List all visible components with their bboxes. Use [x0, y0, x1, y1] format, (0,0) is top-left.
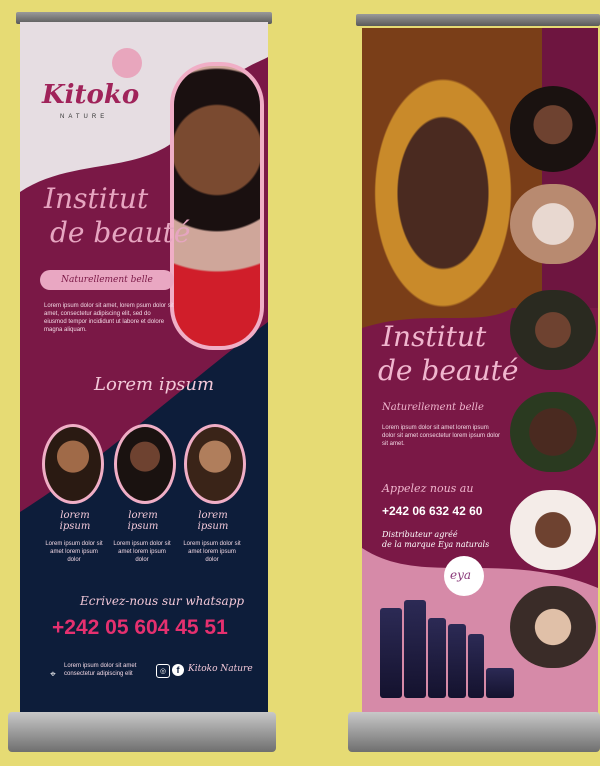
service-title-1: lorem ipsum — [59, 510, 91, 532]
side-photo-2 — [510, 184, 596, 264]
banner1-tagline: Naturellement belle — [40, 270, 174, 290]
service-title-3: lorem ipsum — [197, 510, 229, 532]
banner2-phone: +242 06 632 42 60 — [382, 504, 483, 518]
side-photo-1 — [510, 86, 596, 172]
section-heading: Lorem ipsum — [94, 374, 215, 395]
social-name: Kitoko Nature — [188, 664, 253, 674]
logo-mark — [112, 48, 142, 78]
dealer-line2: de la marque Eya naturals — [382, 540, 490, 549]
product-bottle-1 — [380, 608, 402, 698]
service-title-2: lorem ipsum — [127, 510, 159, 532]
service-photo-2 — [114, 424, 176, 504]
service-text-2: Lorem ipsum dolor sit amet lorem ipsum d… — [113, 541, 171, 563]
service-text-1: Lorem ipsum dolor sit amet lorem ipsum d… — [45, 541, 103, 563]
banner2-base — [348, 712, 600, 752]
service-text-3: Lorem ipsum dolor sit amet lorem ipsum d… — [183, 541, 241, 563]
product-jar — [486, 668, 514, 698]
side-photo-4 — [510, 392, 596, 472]
banner1-title-line1: Institut — [44, 182, 149, 215]
logo-sub: NATURE — [60, 114, 109, 120]
banner1-body: Lorem ipsum dolor sit amet, lorem psum d… — [44, 303, 174, 333]
banner1: Kitoko NATURE Institut de beauté Naturel… — [20, 22, 268, 722]
banner1-phone: +242 05 604 45 51 — [52, 616, 228, 639]
product-bottle-5 — [468, 634, 484, 698]
location-pin-icon: ⌖ — [50, 668, 56, 680]
banner2-top-rail — [356, 14, 600, 26]
side-photo-3 — [510, 290, 596, 370]
banner2-body: Lorem ipsum dolor sit amet lorem ipsum d… — [382, 425, 501, 447]
call-label: Appelez nous au — [382, 482, 474, 495]
product-bottle-2 — [404, 600, 426, 698]
product-bottle-3 — [428, 618, 446, 698]
logo-brand: Kitoko — [42, 80, 140, 110]
service-photo-3 — [184, 424, 246, 504]
banner2: Institut de beauté Naturellement belle L… — [362, 28, 598, 718]
banner2-title-line2: de beauté — [378, 354, 519, 387]
dealer-line1: Distributeur agréé — [382, 530, 458, 539]
product-logo: eya — [450, 568, 472, 582]
side-photo-5 — [510, 490, 596, 570]
model-photo — [170, 62, 264, 350]
address-text: Lorem ipsum dolor sit amet consectetur a… — [64, 663, 137, 677]
banner2-title-line1: Institut — [382, 320, 487, 353]
banner1-base — [8, 712, 276, 752]
product-bottle-4 — [448, 624, 466, 698]
side-photo-6 — [510, 586, 596, 668]
facebook-icon: f — [172, 664, 184, 676]
whatsapp-label: Ecrivez-nous sur whatsapp — [80, 594, 245, 608]
instagram-icon: ◎ — [156, 664, 170, 678]
banner2-tagline: Naturellement belle — [382, 402, 484, 413]
banner1-title-line2: de beauté — [50, 216, 191, 249]
service-photo-1 — [42, 424, 104, 504]
